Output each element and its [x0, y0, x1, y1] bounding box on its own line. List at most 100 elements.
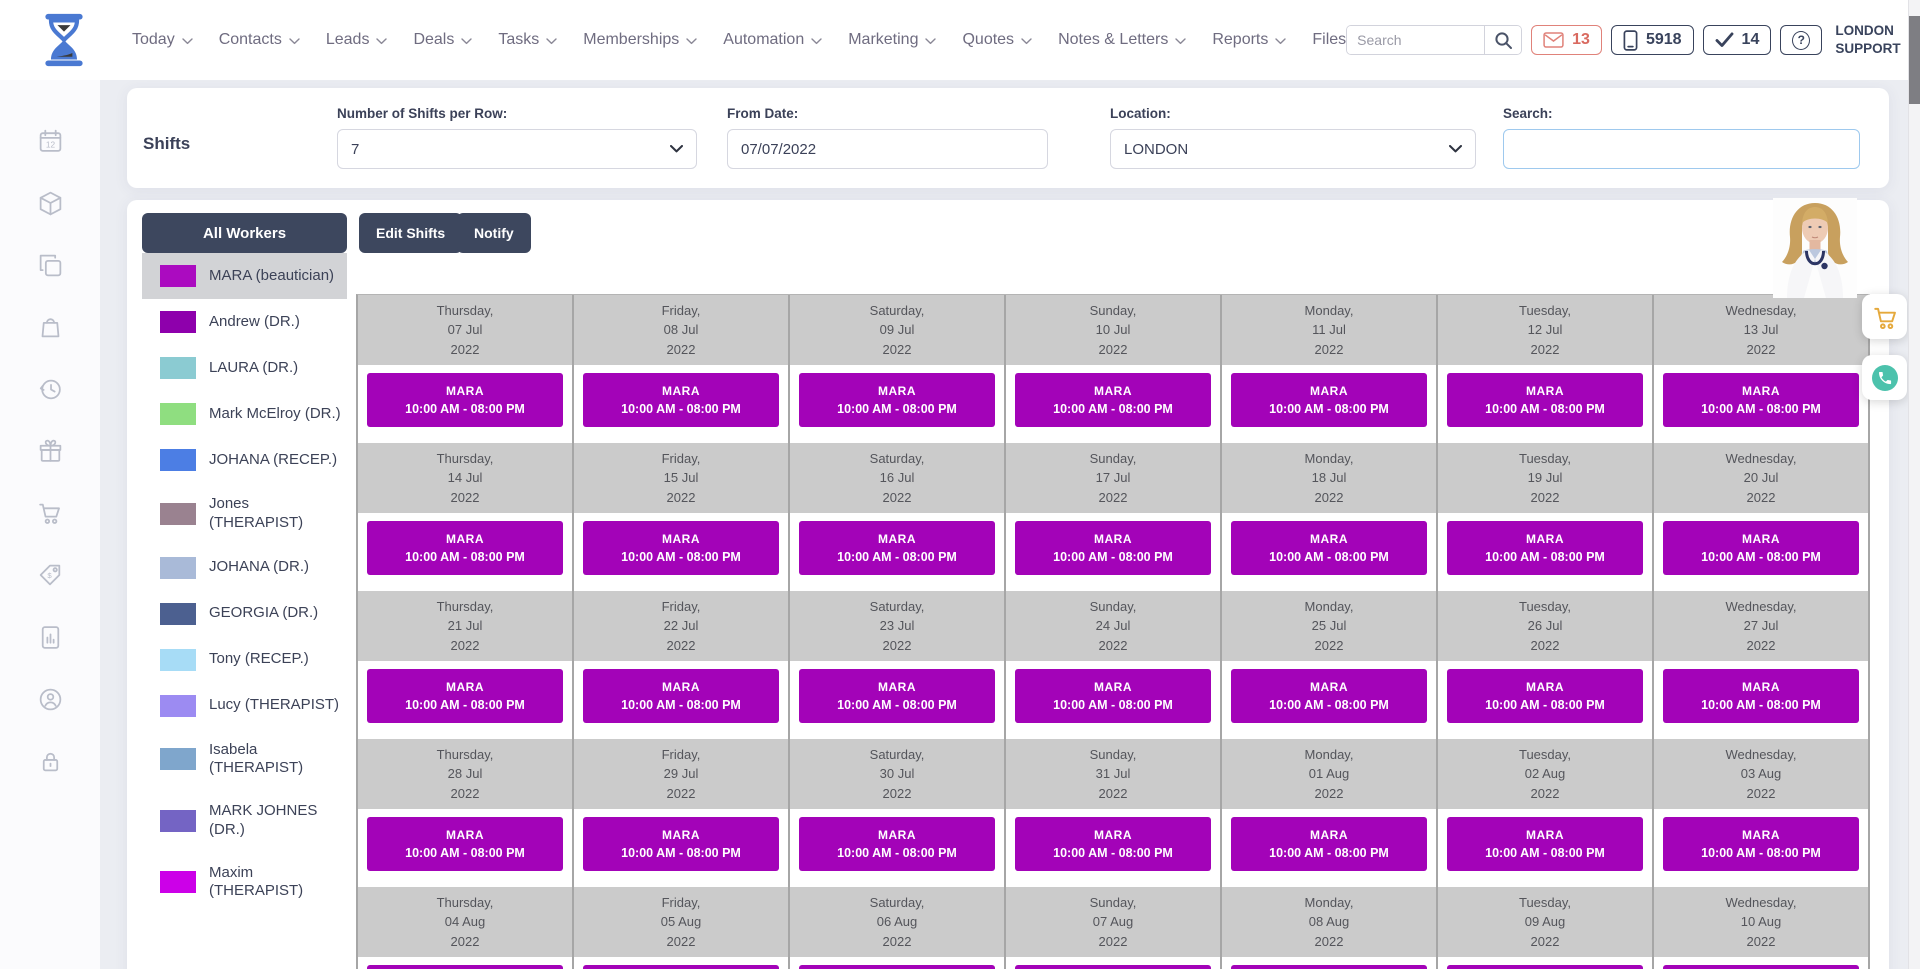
day-body[interactable]: MARA 10:00 AM - 08:00 PM: [1438, 817, 1652, 887]
nav-item-files[interactable]: Files: [1312, 31, 1346, 49]
scrollbar-thumb[interactable]: [1909, 16, 1920, 104]
edit-shifts-button[interactable]: Edit Shifts: [359, 213, 462, 253]
worker-list-item-johana-recep[interactable]: JOHANA (RECEP.): [142, 437, 347, 483]
shift-block[interactable]: MARA 10:00 AM - 08:00 PM: [367, 373, 563, 427]
shift-block[interactable]: MARA 10:00 AM - 08:00 PM: [1231, 965, 1427, 969]
shift-block[interactable]: MARA 10:00 AM - 08:00 PM: [1015, 817, 1211, 871]
nav-item-tasks[interactable]: Tasks: [498, 31, 557, 49]
day-body[interactable]: MARA 10:00 AM - 08:00 PM: [574, 817, 788, 887]
day-body[interactable]: MARA 10:00 AM - 08:00 PM: [1222, 521, 1436, 591]
shift-block[interactable]: MARA 10:00 AM - 08:00 PM: [799, 373, 995, 427]
nav-item-marketing[interactable]: Marketing: [848, 31, 936, 49]
day-body[interactable]: MARA 10:00 AM - 08:00 PM: [358, 373, 572, 443]
day-body[interactable]: MARA 10:00 AM - 08:00 PM: [790, 669, 1004, 739]
price-tag-icon[interactable]: $: [37, 562, 64, 589]
shift-block[interactable]: MARA 10:00 AM - 08:00 PM: [1663, 373, 1859, 427]
nav-item-deals[interactable]: Deals: [413, 31, 472, 49]
day-body[interactable]: MARA 10:00 AM - 08:00 PM: [790, 965, 1004, 969]
location-select[interactable]: LONDON: [1110, 129, 1476, 169]
worker-list-item-laura-dr[interactable]: LAURA (DR.): [142, 345, 347, 391]
shift-block[interactable]: MARA 10:00 AM - 08:00 PM: [1015, 521, 1211, 575]
worker-list-item-mark-johnes-dr[interactable]: MARK JOHNES (DR.): [142, 790, 347, 852]
shift-block[interactable]: MARA 10:00 AM - 08:00 PM: [367, 817, 563, 871]
shift-block[interactable]: MARA 10:00 AM - 08:00 PM: [583, 965, 779, 969]
shift-block[interactable]: MARA 10:00 AM - 08:00 PM: [1447, 373, 1643, 427]
day-body[interactable]: MARA 10:00 AM - 08:00 PM: [358, 965, 572, 969]
history-icon[interactable]: [37, 376, 64, 403]
day-body[interactable]: MARA 10:00 AM - 08:00 PM: [790, 373, 1004, 443]
day-body[interactable]: MARA 10:00 AM - 08:00 PM: [1222, 669, 1436, 739]
day-body[interactable]: MARA 10:00 AM - 08:00 PM: [1006, 817, 1220, 887]
shift-block[interactable]: MARA 10:00 AM - 08:00 PM: [1231, 521, 1427, 575]
shift-block[interactable]: MARA 10:00 AM - 08:00 PM: [1231, 373, 1427, 427]
day-body[interactable]: MARA 10:00 AM - 08:00 PM: [1654, 373, 1868, 443]
all-workers-button[interactable]: All Workers: [142, 213, 347, 253]
calendar-icon[interactable]: 12: [37, 128, 64, 155]
search-button[interactable]: [1485, 26, 1521, 54]
nav-item-today[interactable]: Today: [132, 31, 193, 49]
worker-list-item-mark-mcelroy-dr[interactable]: Mark McElroy (DR.): [142, 391, 347, 437]
day-body[interactable]: MARA 10:00 AM - 08:00 PM: [1654, 521, 1868, 591]
global-search-input[interactable]: [1347, 26, 1484, 54]
nav-item-memberships[interactable]: Memberships: [583, 31, 697, 49]
day-body[interactable]: MARA 10:00 AM - 08:00 PM: [574, 965, 788, 969]
day-body[interactable]: MARA 10:00 AM - 08:00 PM: [1222, 817, 1436, 887]
day-body[interactable]: MARA 10:00 AM - 08:00 PM: [358, 669, 572, 739]
day-body[interactable]: MARA 10:00 AM - 08:00 PM: [1222, 965, 1436, 969]
shift-block[interactable]: MARA 10:00 AM - 08:00 PM: [1015, 373, 1211, 427]
shift-block[interactable]: MARA 10:00 AM - 08:00 PM: [367, 521, 563, 575]
shift-block[interactable]: MARA 10:00 AM - 08:00 PM: [1447, 965, 1643, 969]
day-body[interactable]: MARA 10:00 AM - 08:00 PM: [1654, 817, 1868, 887]
vertical-scrollbar[interactable]: [1908, 0, 1920, 969]
nav-item-contacts[interactable]: Contacts: [219, 31, 300, 49]
worker-list-item-andrew-dr[interactable]: Andrew (DR.): [142, 299, 347, 345]
shift-block[interactable]: MARA 10:00 AM - 08:00 PM: [799, 521, 995, 575]
day-body[interactable]: MARA 10:00 AM - 08:00 PM: [574, 373, 788, 443]
day-body[interactable]: MARA 10:00 AM - 08:00 PM: [1006, 669, 1220, 739]
day-body[interactable]: MARA 10:00 AM - 08:00 PM: [358, 817, 572, 887]
day-body[interactable]: MARA 10:00 AM - 08:00 PM: [1438, 521, 1652, 591]
shift-block[interactable]: MARA 10:00 AM - 08:00 PM: [367, 965, 563, 969]
day-body[interactable]: MARA 10:00 AM - 08:00 PM: [574, 521, 788, 591]
worker-list-item-johana-dr[interactable]: JOHANA (DR.): [142, 545, 347, 591]
shift-block[interactable]: MARA 10:00 AM - 08:00 PM: [1231, 669, 1427, 723]
shift-block[interactable]: MARA 10:00 AM - 08:00 PM: [583, 373, 779, 427]
copy-icon[interactable]: [37, 252, 64, 279]
nav-item-quotes[interactable]: Quotes: [962, 31, 1032, 49]
package-icon[interactable]: [37, 190, 64, 217]
shift-block[interactable]: MARA 10:00 AM - 08:00 PM: [1447, 669, 1643, 723]
tasks-badge[interactable]: 14: [1703, 25, 1772, 55]
shift-block[interactable]: MARA 10:00 AM - 08:00 PM: [583, 521, 779, 575]
help-button[interactable]: ?: [1780, 25, 1822, 55]
cart-icon[interactable]: [37, 500, 64, 527]
day-body[interactable]: MARA 10:00 AM - 08:00 PM: [1654, 965, 1868, 969]
worker-list-item-georgia-dr[interactable]: GEORGIA (DR.): [142, 591, 347, 637]
shift-block[interactable]: MARA 10:00 AM - 08:00 PM: [799, 817, 995, 871]
notify-button[interactable]: Notify: [457, 213, 531, 253]
day-body[interactable]: MARA 10:00 AM - 08:00 PM: [1654, 669, 1868, 739]
worker-search-input[interactable]: [1517, 141, 1846, 158]
lock-icon[interactable]: [37, 748, 64, 775]
shift-block[interactable]: MARA 10:00 AM - 08:00 PM: [1447, 817, 1643, 871]
shift-block[interactable]: MARA 10:00 AM - 08:00 PM: [799, 965, 995, 969]
shift-block[interactable]: MARA 10:00 AM - 08:00 PM: [583, 817, 779, 871]
shift-block[interactable]: MARA 10:00 AM - 08:00 PM: [799, 669, 995, 723]
worker-list-item-tony-recep[interactable]: Tony (RECEP.): [142, 637, 347, 683]
shift-block[interactable]: MARA 10:00 AM - 08:00 PM: [367, 669, 563, 723]
worker-list-item-maxim-therapist[interactable]: Maxim (THERAPIST): [142, 852, 347, 914]
nav-item-reports[interactable]: Reports: [1212, 31, 1286, 49]
shift-block[interactable]: MARA 10:00 AM - 08:00 PM: [1663, 521, 1859, 575]
messages-badge[interactable]: 13: [1531, 25, 1602, 55]
shift-block[interactable]: MARA 10:00 AM - 08:00 PM: [1015, 965, 1211, 969]
from-date-input[interactable]: [741, 141, 1034, 158]
shifts-per-row-select[interactable]: 7: [337, 129, 697, 169]
day-body[interactable]: MARA 10:00 AM - 08:00 PM: [358, 521, 572, 591]
shift-block[interactable]: MARA 10:00 AM - 08:00 PM: [583, 669, 779, 723]
day-body[interactable]: MARA 10:00 AM - 08:00 PM: [574, 669, 788, 739]
worker-list-item-isabela-therapist[interactable]: Isabela (THERAPIST): [142, 729, 347, 791]
day-body[interactable]: MARA 10:00 AM - 08:00 PM: [1006, 521, 1220, 591]
user-circle-icon[interactable]: [37, 686, 64, 713]
gift-icon[interactable]: [37, 438, 64, 465]
calls-badge[interactable]: 5918: [1611, 25, 1694, 55]
report-icon[interactable]: [37, 624, 64, 651]
